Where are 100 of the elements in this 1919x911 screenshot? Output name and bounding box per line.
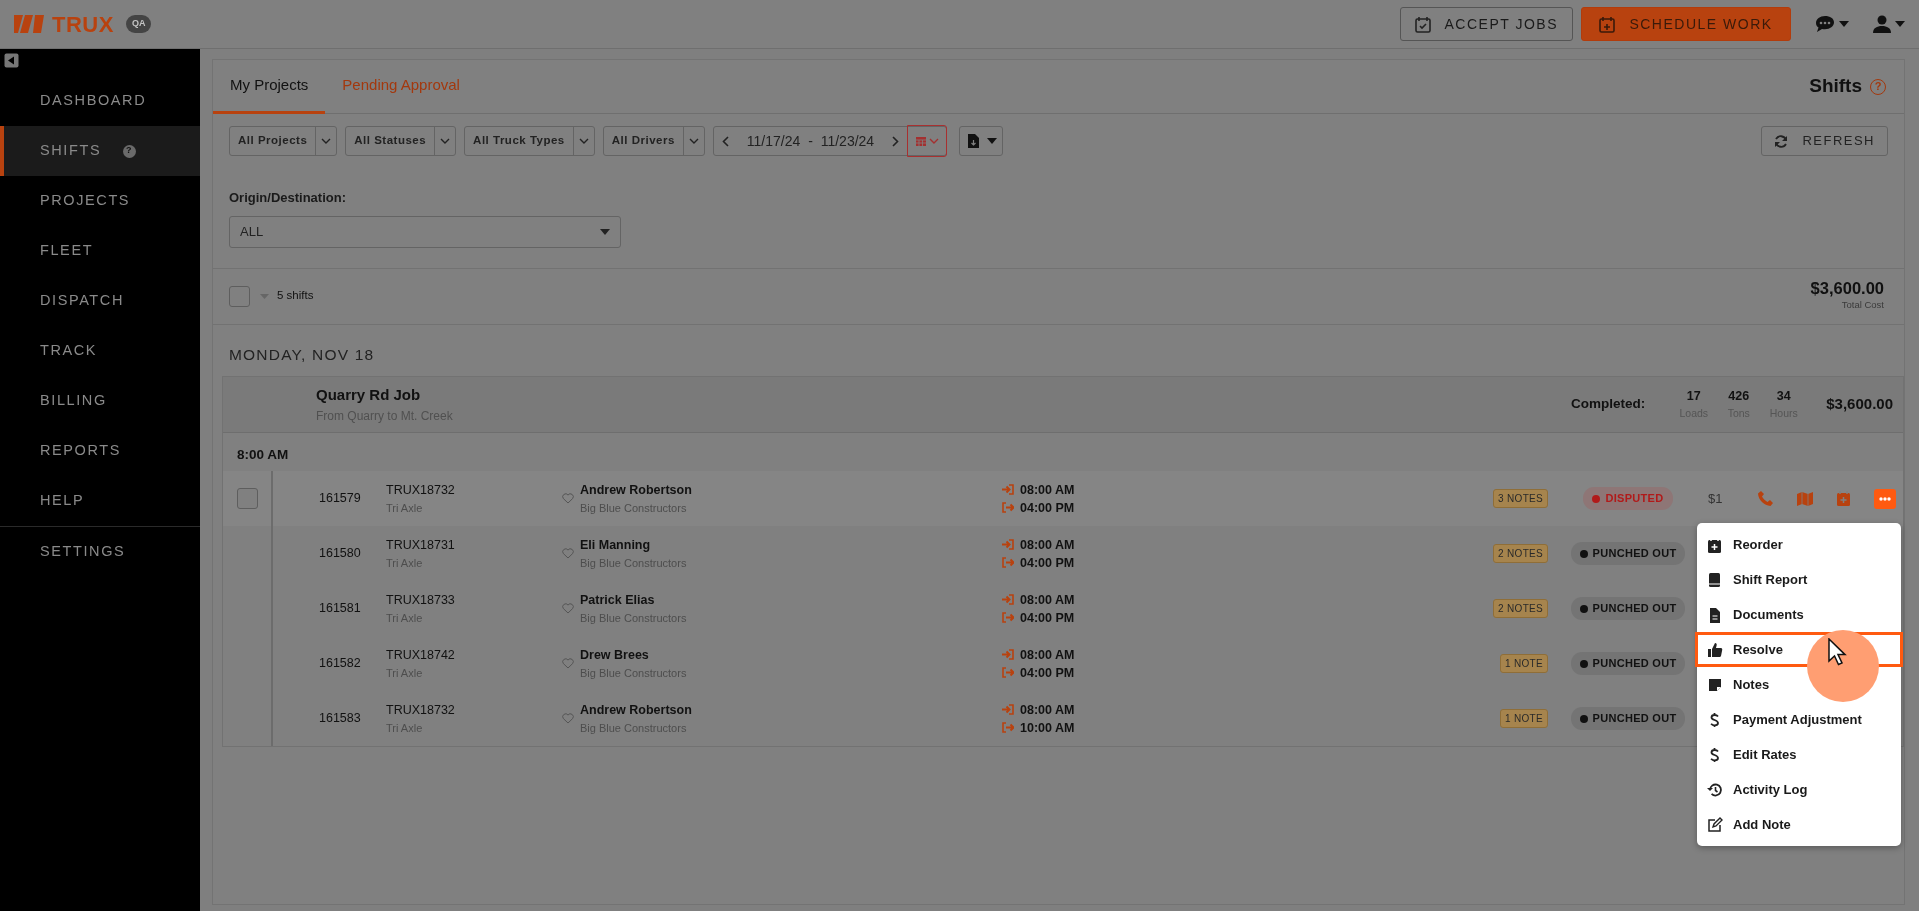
sidebar-item[interactable]: BILLING: [0, 376, 200, 426]
date-range-picker[interactable]: 11/17/24 - 11/23/24: [712, 126, 948, 156]
sidebar-item[interactable]: DASHBOARD: [0, 76, 200, 126]
phone-icon[interactable]: [1758, 491, 1773, 506]
start-time: 08:00 AM: [1020, 591, 1075, 609]
heart-icon[interactable]: [562, 713, 574, 724]
truck-number: TRUX18731: [386, 536, 456, 554]
chat-menu-button[interactable]: [1815, 15, 1849, 33]
heart-icon[interactable]: [562, 493, 574, 504]
filter-dropdown[interactable]: All Truck Types: [464, 126, 595, 156]
status-badge: PUNCHED OUT: [1570, 597, 1686, 620]
shift-cost: $1: [1708, 489, 1724, 508]
origin-destination-select[interactable]: ALL: [229, 215, 621, 248]
completed-label: Completed:: [1571, 395, 1646, 414]
export-button[interactable]: [959, 126, 1004, 156]
notes-badge[interactable]: 1 NOTE: [1500, 654, 1548, 673]
menu-item[interactable]: Activity Log: [1695, 772, 1903, 807]
chevron-right-icon: [892, 135, 900, 147]
menu-item[interactable]: Payment Adjustment: [1695, 702, 1903, 737]
schedule-work-button[interactable]: SCHEDULE WORK: [1581, 7, 1791, 41]
map-icon[interactable]: [1797, 491, 1813, 506]
truck-number: TRUX18732: [386, 481, 456, 499]
thumbs-up-icon: [1707, 641, 1723, 658]
logo-text: TRUX: [52, 10, 114, 39]
shift-id: 161582: [318, 655, 362, 673]
driver-name: Andrew Robertson: [580, 701, 692, 719]
calendar-check-icon: [1414, 15, 1431, 33]
caret-down-icon[interactable]: [260, 293, 269, 299]
sidebar-item[interactable]: PROJECTS: [0, 176, 200, 226]
notes-badge[interactable]: 3 NOTES: [1493, 489, 1548, 508]
chat-icon: [1815, 15, 1835, 33]
shift-id: 161583: [318, 710, 362, 728]
notes-badge[interactable]: 2 NOTES: [1493, 544, 1548, 563]
user-menu-button[interactable]: [1873, 15, 1905, 33]
heart-icon[interactable]: [562, 548, 574, 559]
menu-item[interactable]: Shift Report: [1695, 562, 1903, 597]
notes-badge[interactable]: 2 NOTES: [1493, 599, 1548, 618]
stat-value: 17: [1685, 388, 1702, 405]
document-icon: [1707, 606, 1723, 623]
sidebar-item[interactable]: SETTINGS: [0, 527, 200, 577]
status-badge: PUNCHED OUT: [1570, 707, 1686, 730]
job-title: Quarry Rd Job: [316, 385, 422, 405]
total-cost-label: Total Cost: [1840, 298, 1884, 313]
clock-out-icon: [1002, 612, 1014, 623]
history-icon: [1707, 781, 1723, 798]
chevron-left-icon: [721, 135, 729, 147]
logo-icon: [14, 15, 44, 33]
accept-jobs-button[interactable]: ACCEPT JOBS: [1399, 7, 1573, 41]
caret-down-icon: [600, 228, 610, 235]
menu-item[interactable]: Edit Rates: [1695, 737, 1903, 772]
stat-value: 34: [1775, 388, 1792, 405]
page-title: Shifts: [1809, 74, 1862, 99]
heart-icon[interactable]: [562, 603, 574, 614]
end-time: 04:00 PM: [1020, 609, 1075, 627]
clock-in-icon: [1002, 649, 1014, 660]
heart-icon[interactable]: [562, 658, 574, 669]
notes-badge[interactable]: 1 NOTE: [1500, 709, 1548, 728]
calendar-plus-icon: [1599, 15, 1616, 33]
status-badge: PUNCHED OUT: [1570, 542, 1686, 565]
collapse-sidebar-icon[interactable]: [4, 53, 19, 68]
clock-out-icon: [1002, 722, 1014, 733]
end-time: 04:00 PM: [1020, 554, 1075, 572]
calendar-icon: [915, 136, 926, 146]
start-time: 08:00 AM: [1020, 701, 1075, 719]
more-actions-button[interactable]: [1874, 488, 1896, 509]
clock-in-icon: [1002, 539, 1014, 550]
filter-dropdown[interactable]: All Drivers: [602, 126, 705, 156]
file-download-icon: [968, 134, 980, 148]
refresh-icon: [1774, 134, 1789, 148]
chevron-down-icon: [440, 137, 451, 145]
menu-item[interactable]: Notes: [1695, 667, 1903, 702]
shift-count: 5 shifts: [277, 288, 314, 304]
truck-number: TRUX18742: [386, 646, 456, 664]
clock-in-icon: [1002, 704, 1014, 715]
sticky-note-icon: [1707, 676, 1723, 693]
filter-dropdown[interactable]: All Statuses: [345, 126, 457, 156]
chevron-down-icon: [688, 137, 699, 145]
sidebar-item[interactable]: TRACK: [0, 326, 200, 376]
calendar-button[interactable]: [907, 125, 948, 157]
row-checkbox[interactable]: [236, 488, 258, 509]
tab[interactable]: My Projects: [213, 59, 326, 114]
job-total: $3,600.00: [1826, 394, 1893, 414]
sidebar-item[interactable]: SHIFTS ?: [0, 126, 200, 176]
filter-dropdown[interactable]: All Projects: [229, 126, 338, 156]
help-badge: ?: [123, 144, 137, 158]
refresh-button[interactable]: REFRESH: [1761, 126, 1888, 156]
sidebar-item[interactable]: HELP: [0, 476, 200, 526]
shift-id: 161580: [318, 545, 362, 563]
sidebar-item[interactable]: DISPATCH: [0, 276, 200, 326]
menu-item[interactable]: Documents: [1695, 597, 1903, 632]
clock-in-icon: [1002, 594, 1014, 605]
caret-down-icon: [1895, 21, 1905, 27]
menu-item[interactable]: Reorder: [1695, 527, 1903, 562]
select-all-checkbox[interactable]: [229, 285, 250, 307]
sidebar-item[interactable]: REPORTS: [0, 426, 200, 476]
end-time: 04:00 PM: [1020, 664, 1075, 682]
start-time: 08:00 AM: [1020, 536, 1075, 554]
sidebar-item[interactable]: FLEET: [0, 226, 200, 276]
menu-item[interactable]: Add Note: [1695, 807, 1903, 842]
calendar-plus-icon[interactable]: [1837, 491, 1850, 506]
